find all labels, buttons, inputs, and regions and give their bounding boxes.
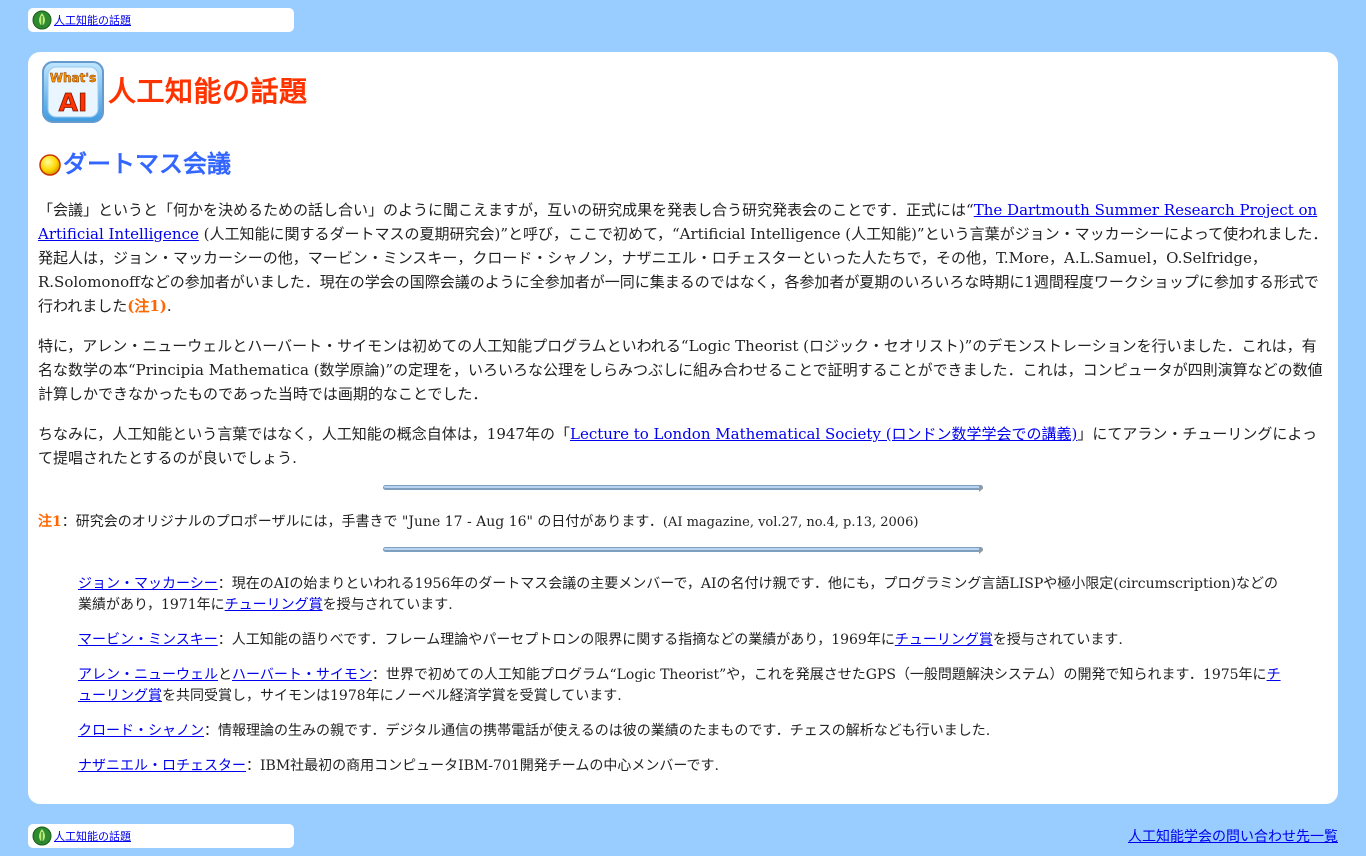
paragraph1-text-middle: (人工知能に関するダートマスの夏期研究会)”と呼び，ここで初めて，“Artifi…: [38, 225, 1328, 315]
person-desc-end: を授与されています.: [322, 597, 453, 613]
paragraph1-text-start: 「会議」というと「何かを決めるための話し合い」のように聞こえますが，互いの研究成…: [38, 201, 974, 219]
footnote-text: ：研究会のオリジナルのプロポーザルには，手書きで "June 17 - Aug …: [61, 514, 663, 530]
person-link-mccarthy[interactable]: ジョン・マッカーシー: [78, 576, 218, 592]
divider-bar: [383, 485, 983, 492]
person-link-simon[interactable]: ハーバート・サイモン: [232, 667, 372, 683]
paragraph3-text-start: ちなみに，人工知能という言葉ではなく，人工知能の概念自体は，1947年の「: [38, 425, 570, 443]
person-link-newell[interactable]: アレン・ニューウェル: [78, 667, 218, 683]
whats-ai-logo: What's AI: [42, 61, 104, 123]
svg-text:AI: AI: [59, 88, 88, 117]
turing-award-link[interactable]: チューリング賞: [225, 597, 323, 613]
list-item: ジョン・マッカーシー：現在のAIの始まりといわれる1956年のダートマス会議の主…: [78, 574, 1290, 616]
green-leaf-icon: [32, 826, 52, 846]
paragraph-dartmouth-intro: 「会議」というと「何かを決めるための話し合い」のように聞こえますが，互いの研究成…: [38, 198, 1328, 318]
people-list: ジョン・マッカーシー：現在のAIの始まりといわれる1956年のダートマス会議の主…: [78, 574, 1290, 791]
turing-lecture-link[interactable]: Lecture to London Mathematical Society (…: [570, 425, 1077, 443]
green-leaf-icon: [32, 10, 52, 30]
breadcrumb-link-top[interactable]: 人工知能の話題: [54, 12, 131, 28]
list-item: マービン・ミンスキー：人工知能の語りべです．フレーム理論やパーセプトロンの限界に…: [78, 630, 1290, 651]
turing-award-link[interactable]: チューリング賞: [895, 632, 993, 648]
person-link-minsky[interactable]: マービン・ミンスキー: [78, 632, 218, 648]
footnote-label: 注1: [38, 514, 62, 530]
person-joiner: と: [218, 667, 232, 683]
person-link-rochester[interactable]: ナザニエル・ロチェスター: [78, 758, 246, 774]
main-card: What's AI 人工知能の話題 ダートマス会議 「会議」というと「何かを決め…: [28, 52, 1338, 804]
paragraph1-text-end: .: [166, 297, 172, 315]
yellow-ball-icon: [39, 153, 61, 176]
note1-ref: (注1): [127, 297, 167, 315]
person-desc: ：人工知能の語りべです．フレーム理論やパーセプトロンの限界に関する指摘などの業績…: [217, 632, 895, 648]
list-item: アレン・ニューウェルとハーバート・サイモン：世界で初めての人工知能プログラム“L…: [78, 665, 1290, 707]
paragraph-turing-lecture: ちなみに，人工知能という言葉ではなく，人工知能の概念自体は，1947年の「Lec…: [38, 422, 1328, 470]
section-title: ダートマス会議: [63, 150, 231, 178]
footnote: 注1：研究会のオリジナルのプロポーザルには，手書きで "June 17 - Au…: [38, 511, 1328, 534]
paragraph-logic-theorist: 特に，アレン・ニューウェルとハーバート・サイモンは初めての人工知能プログラムとい…: [38, 337, 1323, 403]
page-title: 人工知能の話題: [108, 75, 308, 108]
person-desc-end: を授与されています.: [992, 632, 1123, 648]
breadcrumb-link-bottom[interactable]: 人工知能の話題: [54, 828, 131, 844]
svg-text:What's: What's: [50, 71, 96, 85]
section-heading: ダートマス会議: [38, 144, 231, 179]
breadcrumb-bottom: 人工知能の話題: [28, 824, 294, 848]
list-item: クロード・シャノン：情報理論の生みの親です．デジタル通信の携帯電話が使えるのは彼…: [78, 721, 1290, 742]
person-desc: ：世界で初めての人工知能プログラム“Logic Theorist”や，これを発展…: [371, 667, 1267, 683]
list-item: ナザニエル・ロチェスター：IBM社最初の商用コンピュータIBM-701開発チーム…: [78, 756, 1290, 777]
person-desc: ：IBM社最初の商用コンピュータIBM-701開発チームの中心メンバーです.: [246, 758, 719, 774]
person-desc-end: を共同受賞し，サイモンは1978年にノーベル経済学賞を受賞しています.: [162, 688, 622, 704]
divider-bar: [383, 547, 983, 554]
breadcrumb-top: 人工知能の話題: [28, 8, 294, 32]
person-desc: ：情報理論の生みの親です．デジタル通信の携帯電話が使えるのは彼の業績のたまもので…: [204, 723, 991, 739]
contact-list-link[interactable]: 人工知能学会の問い合わせ先一覧: [1128, 826, 1338, 846]
person-link-shannon[interactable]: クロード・シャノン: [78, 723, 204, 739]
footnote-citation: (AI magazine, vol.27, no.4, p.13, 2006): [662, 515, 919, 530]
